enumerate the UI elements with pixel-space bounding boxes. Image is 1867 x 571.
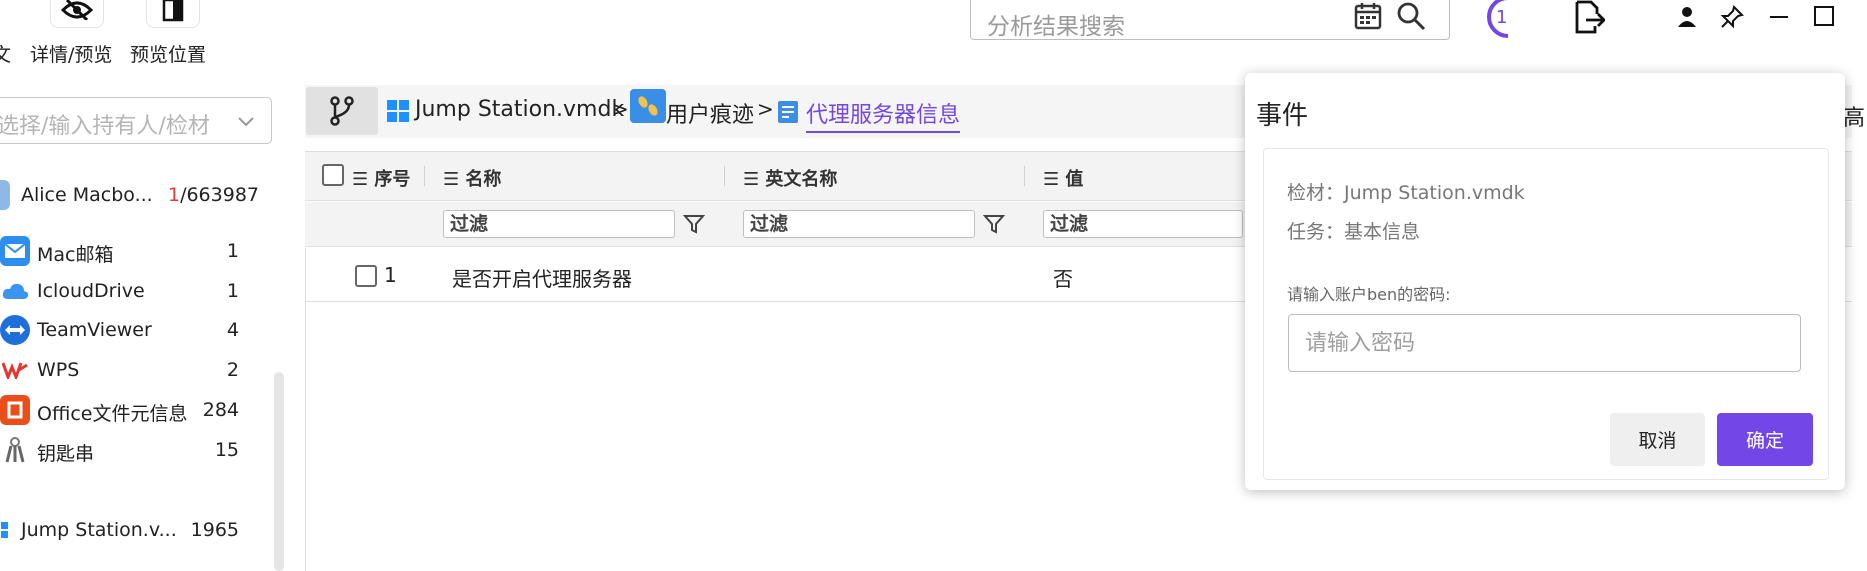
breadcrumb-item-evidence[interactable]: Jump Station.vmdk [415, 97, 624, 122]
tree-item-label: 钥匙串 [37, 443, 95, 465]
teamviewer-icon [0, 315, 30, 345]
tree-item-office-metadata[interactable]: Office文件元信息 284 [0, 392, 245, 428]
breadcrumb-item-proxy-info[interactable]: 代理服务器信息 [806, 97, 961, 133]
pin-icon[interactable] [1720, 5, 1744, 29]
tree-item-count: 1/663987 [167, 184, 259, 206]
left-panel-scrollbar[interactable] [274, 372, 284, 571]
office-icon [0, 395, 30, 425]
tree-item-label: Mac邮箱 [37, 244, 114, 266]
tree-item-label: WPS [37, 359, 80, 381]
keychain-icon [0, 435, 30, 465]
task-line: 任务：基本信息 [1287, 221, 1421, 243]
user-icon[interactable] [1676, 6, 1698, 28]
cloud-icon [0, 276, 30, 306]
tree-item-count: 15 [214, 439, 239, 461]
search-box[interactable]: 分析结果搜索 [970, 0, 1450, 40]
tree-item-icloud-drive[interactable]: IcloudDrive 1 [0, 273, 245, 309]
breadcrumb-separator: > [757, 97, 774, 121]
dialog-title: 事件 [1256, 101, 1309, 131]
device-icon [0, 180, 10, 210]
tree-item-alice-macbook[interactable]: Alice Macbo... 1/663987 [0, 177, 259, 213]
password-field-wrapper [1288, 314, 1801, 372]
search-placeholder: 分析结果搜索 [987, 14, 1125, 40]
english-name-filter-input[interactable]: 过滤 [743, 210, 975, 238]
cancel-button[interactable]: 取消 [1610, 413, 1705, 466]
tree-item-label: Jump Station.v... [21, 519, 177, 541]
windows-icon [387, 100, 409, 122]
row-checkbox[interactable] [355, 265, 377, 287]
tool-label-cut: 文 [0, 44, 12, 66]
mail-icon [0, 236, 30, 266]
tree-item-mac-mail[interactable]: Mac邮箱 1 [0, 233, 245, 269]
column-divider[interactable] [424, 166, 425, 186]
task-progress-indicator[interactable]: 1 [1478, 0, 1526, 42]
password-input[interactable] [1289, 315, 1800, 371]
filter-icon[interactable] [683, 213, 705, 235]
cell-name: 是否开启代理服务器 [452, 267, 632, 291]
tree-item-count: 284 [202, 399, 239, 421]
owner-evidence-select[interactable]: 选择/输入持有人/检材 [0, 97, 272, 144]
preview-position-label: 预览位置 [130, 44, 207, 66]
search-icon[interactable] [1396, 1, 1426, 31]
tree-item-count: 2 [226, 359, 239, 381]
branch-button[interactable] [306, 87, 378, 135]
eye-off-icon [60, 0, 94, 20]
breadcrumb-separator: > [612, 97, 629, 121]
evidence-line: 检材：Jump Station.vmdk [1287, 182, 1525, 204]
wps-icon [0, 355, 30, 385]
tree-item-keychain[interactable]: 钥匙串 15 [0, 432, 245, 468]
tree-item-label: Alice Macbo... [21, 184, 153, 206]
list-doc-icon [778, 101, 798, 123]
windows-icon [0, 515, 8, 545]
calendar-icon[interactable] [1353, 1, 1383, 31]
filter-icon[interactable] [983, 213, 1005, 235]
column-header-value[interactable]: ☰ 值 [1043, 165, 1083, 191]
cell-index: 1 [384, 263, 397, 287]
tree-item-count: 1 [226, 280, 239, 302]
advanced-partial-label[interactable]: 高 [1843, 100, 1865, 132]
details-preview-button[interactable] [50, 0, 104, 28]
git-branch-icon [330, 96, 354, 126]
tree-item-count: 1 [226, 240, 239, 262]
layout-icon [162, 0, 184, 22]
tree-item-count: 1965 [190, 519, 239, 541]
footprints-icon [630, 89, 666, 123]
export-icon[interactable] [1573, 0, 1605, 34]
confirm-button[interactable]: 确定 [1717, 413, 1813, 466]
column-header-english-name[interactable]: ☰ 英文名称 [743, 165, 837, 191]
column-divider[interactable] [724, 166, 725, 186]
maximize-icon[interactable] [1813, 5, 1835, 27]
preview-position-button[interactable] [146, 0, 200, 28]
tree-item-teamviewer[interactable]: TeamViewer 4 [0, 312, 245, 348]
column-divider[interactable] [1024, 166, 1025, 186]
value-filter-input[interactable]: 过滤 [1043, 210, 1243, 238]
chevron-down-icon [238, 117, 254, 127]
tree-item-label: Office文件元信息 [37, 403, 188, 425]
column-header-index[interactable]: ☰ 序号 [352, 165, 410, 191]
minimize-icon[interactable] [1768, 6, 1790, 28]
column-header-name[interactable]: ☰ 名称 [443, 165, 501, 191]
tree-item-wps[interactable]: WPS 2 [0, 352, 245, 388]
details-preview-label: 详情/预览 [30, 44, 113, 66]
tree-item-label: IcloudDrive [37, 280, 145, 302]
tree-item-count: 4 [226, 319, 239, 341]
password-prompt: 请输入账户ben的密码: [1287, 285, 1451, 304]
breadcrumb-item-user-traces[interactable]: 用户痕迹 [666, 97, 754, 129]
owner-select-placeholder: 选择/输入持有人/检材 [0, 114, 210, 139]
tree-item-label: TeamViewer [37, 319, 152, 341]
select-all-checkbox[interactable] [322, 164, 344, 186]
task-count: 1 [1496, 7, 1508, 28]
tree-item-jump-station[interactable]: Jump Station.v... 1965 [0, 512, 245, 548]
cell-value: 否 [1053, 267, 1073, 291]
name-filter-input[interactable]: 过滤 [443, 210, 675, 238]
